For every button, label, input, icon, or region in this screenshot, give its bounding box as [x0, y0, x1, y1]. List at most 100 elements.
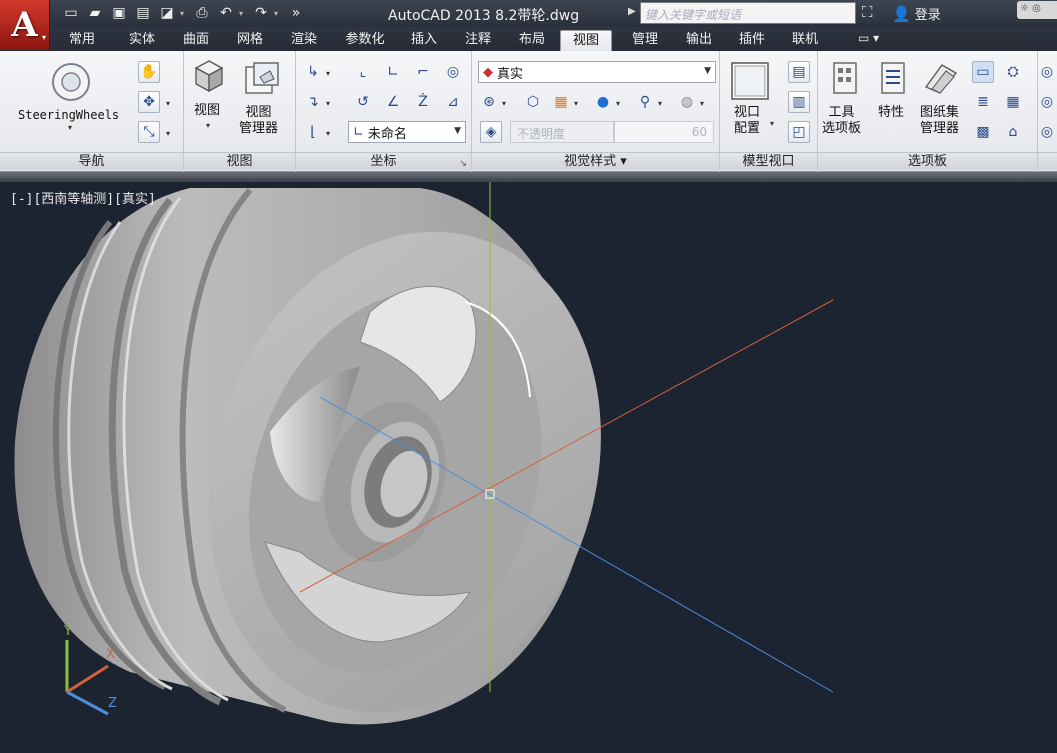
ucs-view-icon[interactable]: ∠ [382, 91, 404, 113]
view-label[interactable]: 视图 [194, 103, 220, 119]
view-manager-icon[interactable] [244, 61, 280, 97]
chevron-down-icon[interactable]: ▾ [326, 129, 330, 138]
named-viewports-icon[interactable]: ▤ [788, 61, 810, 83]
tool-palettes-label[interactable]: 工具 选项板 [822, 105, 861, 137]
chevron-down-icon[interactable]: ▾ [274, 9, 283, 18]
partial-icon[interactable]: ◎ [1036, 121, 1057, 143]
command-line-icon[interactable]: ▭ [972, 61, 994, 83]
save-as-icon[interactable]: ▤ [132, 3, 154, 23]
drawing-viewport[interactable]: Y X Z [-][西南等轴测][真实] [0, 182, 1057, 753]
tab-7[interactable]: 注释 [452, 30, 504, 51]
opacity-value-field[interactable]: 60 [614, 121, 714, 143]
tab-2[interactable]: 曲面 [170, 30, 222, 51]
layer-icon[interactable]: ▩ [972, 121, 994, 143]
partial-icon[interactable]: ◎ [1036, 91, 1057, 113]
view-cube-icon[interactable] [194, 59, 224, 93]
tool-palettes-icon[interactable] [832, 61, 858, 95]
redo-icon[interactable]: ↷ [250, 3, 272, 23]
publish-icon[interactable]: ◪ [156, 3, 178, 23]
opacity-label-field[interactable]: 不透明度 [510, 121, 614, 143]
tab-11[interactable]: 输出 [673, 30, 725, 51]
zoom-icon[interactable]: ⤡ [138, 121, 160, 143]
visual-style-select[interactable]: ◆ 真实 ▼ [478, 61, 716, 83]
chevron-down-icon[interactable]: ▾ [166, 129, 170, 138]
chevron-down-icon[interactable]: ▾ [658, 99, 662, 108]
tab-1[interactable]: 实体 [116, 30, 168, 51]
render-sphere-icon[interactable]: ◍ [676, 91, 698, 113]
ucs-face-icon[interactable]: ⌊ [302, 121, 324, 143]
print-icon[interactable]: ⎙ [191, 3, 213, 23]
ucs-world-icon[interactable]: ↴ [302, 91, 324, 113]
restore-viewports-icon[interactable]: ◰ [788, 121, 810, 143]
tab-5[interactable]: 参数化 [334, 30, 396, 51]
ucs-icon[interactable]: ↳ [302, 61, 324, 83]
viewport-config-icon[interactable] [730, 61, 770, 101]
orbit-icon[interactable]: ✥ [138, 91, 160, 113]
pan-hand-icon[interactable]: ✋ [138, 61, 160, 83]
tab-0[interactable]: 常用 [56, 30, 108, 51]
tab-9[interactable]: 视图 [560, 30, 612, 51]
chevron-down-icon[interactable]: ▾ [770, 119, 774, 128]
lighting-sphere-icon[interactable]: ● [592, 91, 614, 113]
steeringwheels-icon[interactable] [50, 61, 92, 103]
play-arrow-icon[interactable]: ▶ [628, 6, 636, 17]
new-file-icon[interactable]: ▭ [60, 3, 82, 23]
view-manager-label[interactable]: 视图 管理器 [239, 105, 278, 137]
properties-label[interactable]: 特性 [878, 105, 904, 121]
ucs-y-icon[interactable]: ⌐ [412, 61, 434, 83]
minimize-ribbon-button[interactable]: ▭ ▾ [858, 31, 879, 45]
chevron-down-icon[interactable]: ▾ [502, 99, 506, 108]
calculator-icon[interactable]: ▦ [1002, 91, 1024, 113]
chevron-down-icon[interactable]: ▾ [239, 9, 248, 18]
ucs-name-select[interactable]: ∟ 未命名 ▼ [348, 121, 466, 143]
sheet-set-manager-icon[interactable] [922, 61, 958, 95]
tab-10[interactable]: 管理 [619, 30, 671, 51]
save-icon[interactable]: ▣ [108, 3, 130, 23]
xray-icon[interactable]: ◈ [480, 121, 502, 143]
chevron-down-icon[interactable]: ▾ [180, 9, 189, 18]
login-button[interactable]: 👤 登录 [892, 4, 941, 24]
ucs-previous-icon[interactable]: ↺ [352, 91, 374, 113]
ucs-z-icon[interactable]: Ż [412, 91, 434, 113]
join-viewports-icon[interactable]: ▥ [788, 91, 810, 113]
chevron-down-icon[interactable]: ▾ [326, 69, 330, 78]
properties-icon[interactable] [880, 61, 906, 95]
partial-icon[interactable]: ◎ [1036, 61, 1057, 83]
chevron-down-icon[interactable]: ▾ [68, 123, 72, 132]
binoculars-icon[interactable]: ⛶ [862, 3, 873, 21]
edge-effects-icon[interactable]: ⊛ [478, 91, 500, 113]
tab-12[interactable]: 插件 [726, 30, 778, 51]
tab-6[interactable]: 插入 [398, 30, 450, 51]
chevron-down-icon[interactable]: ▾ [326, 99, 330, 108]
exchange-button[interactable]: ☼ ◎ [1017, 1, 1057, 19]
design-center-icon[interactable]: ⛭ [1002, 61, 1024, 83]
materials-icon[interactable]: ▦ [550, 91, 572, 113]
tab-3[interactable]: 网格 [224, 30, 276, 51]
undo-icon[interactable]: ↶ [215, 3, 237, 23]
chevron-down-icon[interactable]: ▾ [574, 99, 578, 108]
search-input[interactable]: 键入关键字或短语 [640, 2, 856, 24]
dbconnect-icon[interactable]: ⌂ [1002, 121, 1024, 143]
application-menu-button[interactable]: A ▾ [0, 0, 50, 50]
more-icon[interactable]: » [285, 3, 307, 23]
tab-13[interactable]: 联机 [779, 30, 831, 51]
panel-launcher-icon[interactable]: ↘ [459, 156, 467, 173]
chevron-down-icon[interactable]: ▾ [206, 121, 210, 130]
ucs-x-icon[interactable]: ∟ [382, 61, 404, 83]
shadows-icon[interactable]: ⚲ [634, 91, 656, 113]
panel-title-visual-styles[interactable]: 视觉样式 ▾ [472, 152, 719, 170]
viewport-config-label[interactable]: 视口 配置 [734, 105, 760, 137]
viewport-controls-label[interactable]: [-][西南等轴测][真实] [10, 188, 156, 207]
markup-icon[interactable]: ≣ [972, 91, 994, 113]
chevron-down-icon[interactable]: ▾ [616, 99, 620, 108]
ucs-3point-icon[interactable]: ⊿ [442, 91, 464, 113]
tab-4[interactable]: 渲染 [278, 30, 330, 51]
steeringwheels-label[interactable]: SteeringWheels [18, 107, 119, 123]
face-effects-icon[interactable]: ⬡ [522, 91, 544, 113]
tab-8[interactable]: 布局 [506, 30, 558, 51]
open-folder-icon[interactable]: ▰ [84, 3, 106, 23]
sheet-set-manager-label[interactable]: 图纸集 管理器 [920, 105, 959, 137]
ucs-icon-toggle[interactable]: ◎ [442, 61, 464, 83]
ucs-origin-icon[interactable]: ⌞ [352, 61, 374, 83]
chevron-down-icon[interactable]: ▾ [700, 99, 704, 108]
